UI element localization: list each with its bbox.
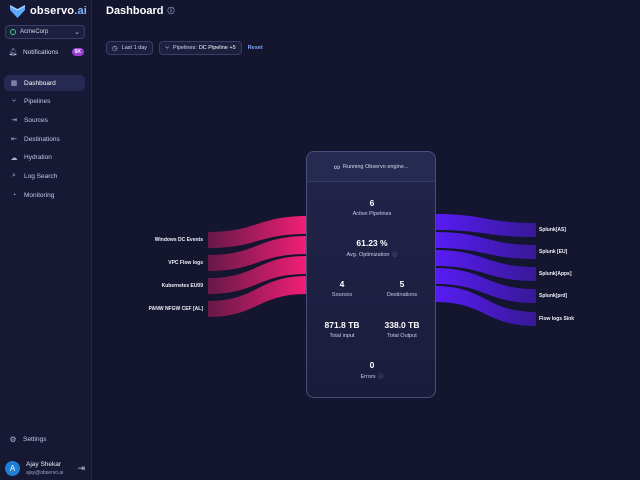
destination-label[interactable]: Splunk[Apps] [539, 271, 572, 277]
nav-item-sources[interactable]: ⇥ Sources [4, 112, 85, 128]
nav-item-monitoring[interactable]: ◔ Monitoring [4, 187, 85, 203]
stat-label: Destinations [386, 292, 418, 298]
search-icon: ⌕ [12, 172, 16, 180]
destination-label[interactable]: Splunk [EU] [539, 249, 567, 255]
stat-value: 0 [369, 360, 375, 370]
engine-loading-icon: ∞ [333, 161, 341, 172]
stat-sources: 4 Sources [315, 279, 369, 298]
nav-item-label: Dashboard [24, 79, 56, 87]
nav-item-label: Sources [24, 116, 48, 124]
settings-item[interactable]: ⚙ Settings [8, 435, 47, 444]
source-label[interactable]: Kubernetes EU09 [113, 283, 203, 289]
notifications-label: Notifications [23, 48, 59, 56]
stat-label: Errors ⓘ [360, 373, 384, 381]
nav-item-label: Destinations [24, 135, 60, 143]
nav-item-label: Hydration [24, 154, 52, 162]
avatar[interactable]: A [5, 460, 20, 476]
gear-icon: ⚙ [9, 435, 17, 444]
stat-label: Total Output [387, 333, 417, 339]
stat-value: 338.0 TB [384, 320, 420, 330]
stat-label: Total input [329, 333, 355, 339]
user-profile: A Ajay Shekar ajay@observo.ai ⇥ [5, 458, 85, 478]
settings-label: Settings [23, 436, 47, 443]
brand-logo[interactable]: observo.ai [10, 3, 87, 19]
monitor-icon: ◔ [11, 191, 17, 199]
stat-total-input: 871.8 TB Total input [315, 320, 369, 339]
pipelines-icon: ⑂ [11, 98, 17, 106]
destinations-icon: ⇤ [11, 136, 17, 144]
main-nav: ▦ Dashboard ⑂ Pipelines ⇥ Sources ⇤ Dest… [4, 75, 85, 206]
chevron-down-icon: ⌄ [74, 29, 80, 36]
stat-optimization: 61.23 % Avg. Optimization ⓘ [307, 238, 435, 259]
nav-item-hydration[interactable]: ☁ Hydration [4, 150, 85, 166]
sources-icon: ⇥ [11, 117, 17, 125]
logout-icon[interactable]: ⇥ [77, 463, 85, 474]
info-icon[interactable]: ⓘ [393, 251, 398, 258]
cloud-icon: ☁ [10, 154, 18, 162]
stat-value: 871.8 TB [324, 320, 360, 330]
app-root: observo.ai AcmeCorp ⌄ 🔔︎ Notifications 6… [0, 0, 640, 480]
stat-value: 6 [369, 198, 375, 208]
brand-name: observo.ai [30, 5, 88, 17]
engine-summary-card: ∞ Running Observo engine... 6 Active Pip… [306, 151, 436, 398]
source-label[interactable]: VPC Flow logs [113, 260, 203, 266]
user-name: Ajay Shekar [26, 460, 62, 468]
user-email: ajay@observo.ai [26, 469, 64, 476]
stat-value: 61.23 % [356, 238, 388, 248]
source-label[interactable]: PANW NFGW CEF [AL] [113, 306, 203, 312]
engine-status-text: Running Observo engine... [342, 163, 409, 170]
notifications-item[interactable]: 🔔︎ Notifications 6K [8, 46, 84, 58]
nav-item-label: Monitoring [24, 191, 55, 199]
org-status-icon [10, 29, 16, 35]
stat-active-pipelines: 6 Active Pipelines [307, 198, 435, 217]
org-selector[interactable]: AcmeCorp ⌄ [5, 25, 85, 39]
notifications-badge: 6K [71, 48, 84, 56]
destination-label[interactable]: Flow logs Sink [539, 316, 574, 322]
observo-logo-icon [10, 4, 25, 18]
sidebar: observo.ai AcmeCorp ⌄ 🔔︎ Notifications 6… [0, 0, 92, 480]
info-icon[interactable]: ⓘ [378, 373, 383, 380]
stat-label: Active Pipelines [352, 211, 392, 217]
nav-item-dashboard[interactable]: ▦ Dashboard [4, 75, 85, 91]
user-meta: Ajay Shekar ajay@observo.ai [26, 461, 63, 476]
stat-errors: 0 Errors ⓘ [307, 360, 435, 381]
bell-icon: 🔔︎ [8, 49, 18, 56]
stat-label: Avg. Optimization ⓘ [346, 251, 398, 259]
stat-value: 5 [399, 279, 405, 289]
nav-item-label: Pipelines [24, 98, 51, 106]
stat-label: Sources [331, 292, 353, 298]
destination-label[interactable]: Splunk[AS] [539, 227, 566, 233]
nav-item-log-search[interactable]: ⌕ Log Search [4, 168, 85, 184]
stat-value: 4 [339, 279, 345, 289]
org-name: AcmeCorp [20, 29, 49, 35]
nav-item-destinations[interactable]: ⇤ Destinations [4, 131, 85, 147]
stat-total-output: 338.0 TB Total Output [375, 320, 429, 339]
source-label[interactable]: Windows DC Events [113, 237, 203, 243]
engine-status: ∞ Running Observo engine... [307, 152, 435, 182]
grid-icon: ▦ [10, 80, 18, 87]
nav-item-pipelines[interactable]: ⑂ Pipelines [4, 94, 85, 110]
stat-destinations: 5 Destinations [375, 279, 429, 298]
destination-label[interactable]: Splunk[prd] [539, 293, 567, 299]
nav-item-label: Log Search [24, 172, 58, 180]
